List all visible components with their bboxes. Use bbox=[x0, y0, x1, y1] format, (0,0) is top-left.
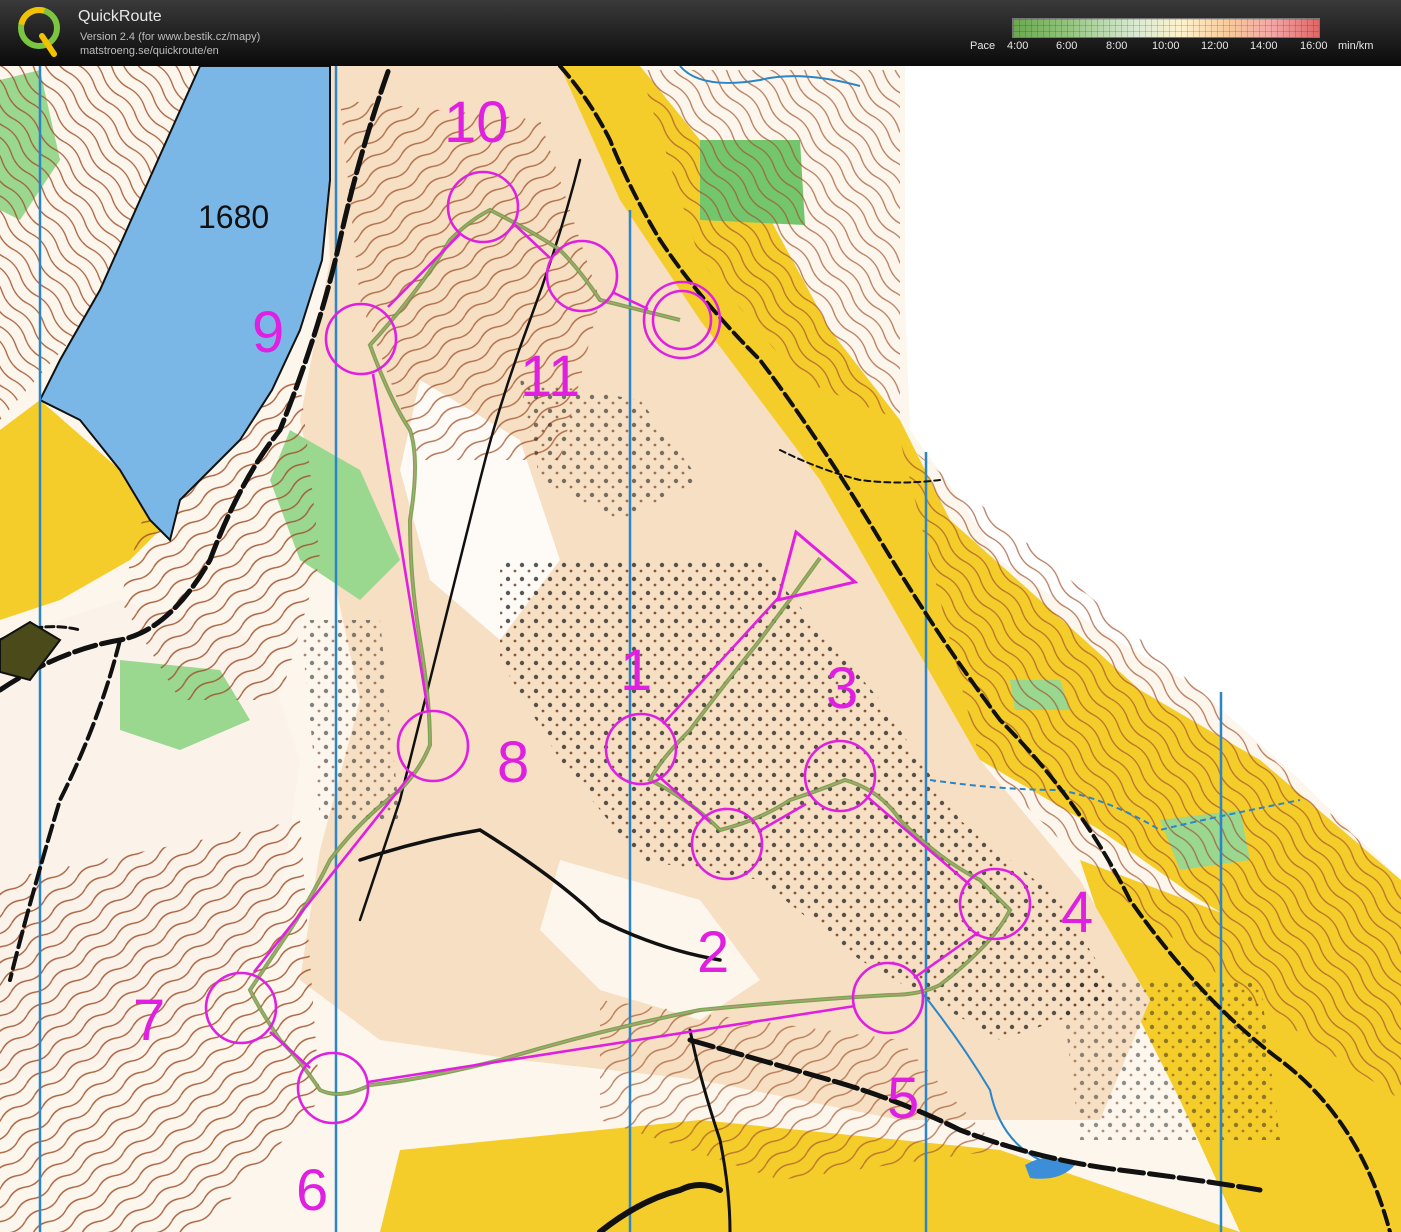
control-number-6: 6 bbox=[296, 1158, 328, 1223]
control-number-3: 3 bbox=[826, 656, 858, 721]
app-title: QuickRoute bbox=[78, 8, 162, 25]
pace-tick: 10:00 bbox=[1152, 40, 1180, 52]
pace-unit: min/km bbox=[1338, 40, 1374, 52]
pace-tick: 14:00 bbox=[1250, 40, 1278, 52]
control-number-1: 1 bbox=[620, 638, 652, 703]
pace-tick: 8:00 bbox=[1106, 40, 1128, 52]
control-number-11: 11 bbox=[520, 344, 580, 409]
control-number-2: 2 bbox=[697, 920, 729, 985]
pace-tick: 16:00 bbox=[1300, 40, 1328, 52]
pace-tick: 12:00 bbox=[1201, 40, 1229, 52]
lake-elevation-label: 1680 bbox=[198, 199, 269, 235]
control-number-8: 8 bbox=[497, 730, 529, 795]
version-text: Version 2.4 (for www.bestik.cz/mapy) bbox=[80, 31, 261, 43]
orienteering-map[interactable]: 1680 1 2 3 4 5 6 7 8 9 10 11 bbox=[0, 66, 1401, 1232]
control-number-10: 10 bbox=[444, 90, 509, 155]
control-number-4: 4 bbox=[1061, 880, 1093, 945]
pace-color-scale bbox=[1012, 18, 1320, 38]
quickroute-logo-icon bbox=[18, 7, 60, 57]
control-number-5: 5 bbox=[887, 1066, 919, 1131]
app-header: QuickRoute Version 2.4 (for www.bestik.c… bbox=[0, 0, 1401, 66]
pace-label: Pace bbox=[970, 40, 996, 52]
pace-tick: 6:00 bbox=[1056, 40, 1078, 52]
control-number-7: 7 bbox=[133, 988, 165, 1053]
url-text: matstroeng.se/quickroute/en bbox=[80, 45, 219, 57]
pace-tick: 4:00 bbox=[1007, 40, 1029, 52]
control-number-9: 9 bbox=[252, 300, 284, 365]
